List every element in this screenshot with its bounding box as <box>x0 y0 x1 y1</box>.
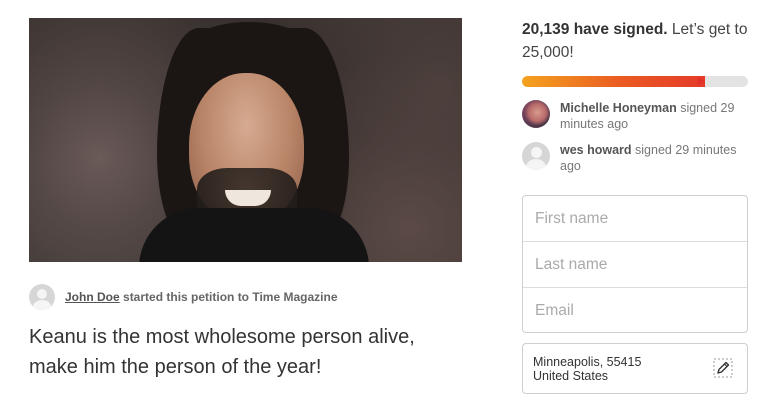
email-input[interactable] <box>533 300 737 321</box>
location-field[interactable]: Minneapolis, 55415 United States <box>522 343 748 394</box>
petition-headline: Keanu is the most wholesome person alive… <box>29 326 415 378</box>
first-name-field-wrapper <box>523 196 747 242</box>
email-field-wrapper <box>523 288 747 332</box>
starter-text: John Doe started this petition to Time M… <box>65 290 338 304</box>
petition-starter: John Doe started this petition to Time M… <box>29 284 338 310</box>
pencil-edit-icon[interactable] <box>713 358 733 378</box>
recent-signer: wes howard signed 29 minutes ago <box>522 142 748 174</box>
signer-name: Michelle Honeyman <box>560 101 677 115</box>
signature-count: 20,139 have signed. <box>522 21 668 38</box>
signer-name: wes howard <box>560 143 632 157</box>
last-name-input[interactable] <box>533 254 737 275</box>
location-country: United States <box>533 369 609 383</box>
starter-action-text: started this petition to Time Magazine <box>123 290 338 304</box>
signer-avatar <box>522 100 550 128</box>
location-text: Minneapolis, 55415 United States <box>533 355 641 383</box>
person-placeholder-icon <box>522 142 550 170</box>
progress-marker-icon <box>698 77 705 85</box>
signature-progress-bar <box>522 76 748 87</box>
hero-coat <box>139 208 369 262</box>
starter-name-link[interactable]: John Doe <box>65 290 120 304</box>
signature-progress-fill <box>522 76 705 87</box>
first-name-input[interactable] <box>533 208 737 229</box>
signature-count-line: 20,139 have signed. Let’s get to 25,000! <box>522 18 748 64</box>
signer-text: Michelle Honeyman signed 29 minutes ago <box>560 100 748 132</box>
sign-form <box>522 195 748 333</box>
last-name-field-wrapper <box>523 242 747 288</box>
recent-signer: Michelle Honeyman signed 29 minutes ago <box>522 100 748 132</box>
starter-avatar-icon <box>29 284 55 310</box>
location-city: Minneapolis, 55415 <box>533 355 642 369</box>
petition-hero-image <box>29 18 462 262</box>
signature-panel: 20,139 have signed. Let’s get to 25,000!… <box>522 18 748 173</box>
signer-text: wes howard signed 29 minutes ago <box>560 142 748 174</box>
